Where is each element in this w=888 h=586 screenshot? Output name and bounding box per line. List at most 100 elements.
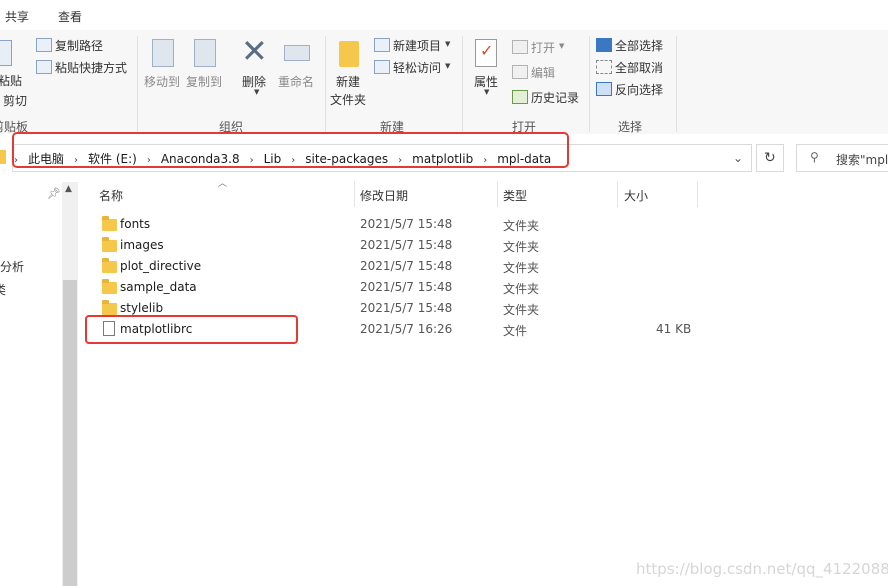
chevron-down-icon[interactable]: ⌄ [733, 151, 743, 165]
edit-icon [512, 65, 528, 79]
new-folder-icon [339, 41, 359, 67]
invert-selection-icon [596, 82, 612, 96]
file-modified: 2021/5/7 15:48 [360, 301, 453, 315]
rename-label: 重命名 [278, 75, 315, 89]
file-type: 文件夹 [503, 219, 540, 233]
highlight-annotation [12, 132, 569, 168]
column-header-modified[interactable]: 修改日期 [360, 187, 408, 204]
file-modified: 2021/5/7 16:26 [360, 322, 453, 336]
select-all-icon [596, 38, 612, 52]
group-divider [325, 36, 326, 132]
search-box[interactable]: ⚲ 搜索"mpl [796, 144, 888, 172]
highlight-annotation [85, 315, 298, 344]
easy-access-label: 轻松访问 [393, 61, 442, 75]
folder-icon [102, 258, 117, 273]
nav-item-class[interactable]: 类 [0, 281, 6, 298]
file-name: stylelib [120, 301, 164, 315]
file-name: sample_data [120, 280, 197, 294]
file-type: 文件 [503, 324, 528, 338]
ribbon [0, 30, 888, 135]
file-modified: 2021/5/7 15:48 [360, 280, 453, 294]
file-type: 文件夹 [503, 261, 540, 275]
paste-label: 粘贴 [0, 74, 23, 88]
file-modified: 2021/5/7 15:48 [360, 259, 453, 273]
file-size: 41 KB [656, 322, 692, 336]
edit-label: 编辑 [531, 66, 556, 80]
chevron-down-icon: ▼ [559, 42, 565, 50]
file-modified: 2021/5/7 15:48 [360, 238, 453, 252]
group-divider [676, 36, 677, 132]
copy-to-icon [194, 39, 216, 67]
column-divider[interactable] [497, 181, 498, 207]
column-divider[interactable] [617, 181, 618, 207]
copy-to-button[interactable]: 复制到 [186, 37, 226, 93]
paste-icon [0, 40, 12, 66]
search-icon: ⚲ [810, 150, 819, 164]
move-to-button[interactable]: 移动到 [144, 37, 184, 93]
move-to-label: 移动到 [144, 75, 181, 89]
rename-icon [284, 45, 310, 61]
chevron-down-icon: ▼ [445, 40, 451, 48]
folder-icon [102, 216, 117, 231]
scrollbar-thumb[interactable] [63, 280, 77, 586]
open-label: 打开 [531, 41, 556, 55]
column-divider[interactable] [697, 181, 698, 207]
file-type: 文件夹 [503, 240, 540, 254]
group-divider [462, 36, 463, 132]
file-name: images [120, 238, 164, 252]
copy-path-label: 复制路径 [55, 39, 104, 53]
sort-ascending-icon: ︿ [218, 179, 228, 189]
file-modified: 2021/5/7 15:48 [360, 217, 453, 231]
cut-label: 剪切 [3, 94, 28, 108]
open-icon [512, 40, 528, 54]
file-type: 文件夹 [503, 282, 540, 296]
search-placeholder: 搜索"mpl [836, 153, 888, 167]
file-row[interactable]: images 2021/5/7 15:48 文件夹 [86, 235, 706, 256]
menu-bar: 共享 查看 [0, 0, 888, 30]
group-divider [589, 36, 590, 132]
folder-icon [102, 300, 117, 315]
menu-share[interactable]: 共享 [5, 8, 29, 25]
select-none-icon [596, 60, 612, 74]
folder-icon [0, 150, 6, 164]
copy-path-icon [36, 38, 52, 52]
new-item-icon [374, 38, 390, 52]
column-divider[interactable] [354, 181, 355, 207]
file-row[interactable]: plot_directive 2021/5/7 15:48 文件夹 [86, 256, 706, 277]
easy-access-icon [374, 60, 390, 74]
refresh-button[interactable]: ↻ [756, 144, 784, 172]
file-row[interactable]: fonts 2021/5/7 15:48 文件夹 [86, 214, 706, 235]
chevron-down-icon: ▼ [484, 88, 490, 96]
scroll-up-icon[interactable]: ▲ [65, 184, 72, 194]
column-header-size[interactable]: 大小 [624, 187, 648, 204]
column-header-name[interactable]: 名称 [99, 187, 123, 204]
column-header-type[interactable]: 类型 [503, 187, 527, 204]
delete-button[interactable]: ✕ 删除 ▼ [240, 32, 274, 97]
history-label: 历史记录 [531, 91, 580, 105]
paste-shortcut-icon [36, 60, 52, 74]
pin-icon[interactable]: 📌︎ [47, 187, 61, 200]
paste-shortcut-label: 粘贴快捷方式 [55, 61, 128, 75]
nav-item-analysis[interactable]: 分析 [0, 258, 24, 275]
properties-icon: ✓ [475, 39, 497, 67]
chevron-down-icon: ▼ [445, 62, 451, 70]
group-divider [137, 36, 138, 132]
file-type: 文件夹 [503, 303, 540, 317]
delete-icon: ✕ [241, 32, 268, 70]
new-folder-button[interactable]: 新建 文件夹 [330, 37, 370, 107]
rename-button[interactable]: 重命名 [278, 37, 318, 93]
properties-button[interactable]: ✓ 属性 ▼ [470, 37, 504, 97]
chevron-down-icon: ▼ [254, 88, 260, 96]
file-row[interactable]: sample_data 2021/5/7 15:48 文件夹 [86, 277, 706, 298]
folder-icon [102, 279, 117, 294]
file-name: plot_directive [120, 259, 202, 273]
menu-view[interactable]: 查看 [58, 8, 82, 25]
cut-button[interactable]: 剪切 [3, 92, 27, 109]
new-folder-label-1: 新建 [336, 75, 361, 89]
select-all-label: 全部选择 [615, 39, 664, 53]
new-folder-label-2: 文件夹 [330, 93, 367, 107]
refresh-icon: ↻ [764, 150, 776, 166]
select-none-label: 全部取消 [615, 61, 664, 75]
move-to-icon [152, 39, 174, 67]
file-name: fonts [120, 217, 151, 231]
